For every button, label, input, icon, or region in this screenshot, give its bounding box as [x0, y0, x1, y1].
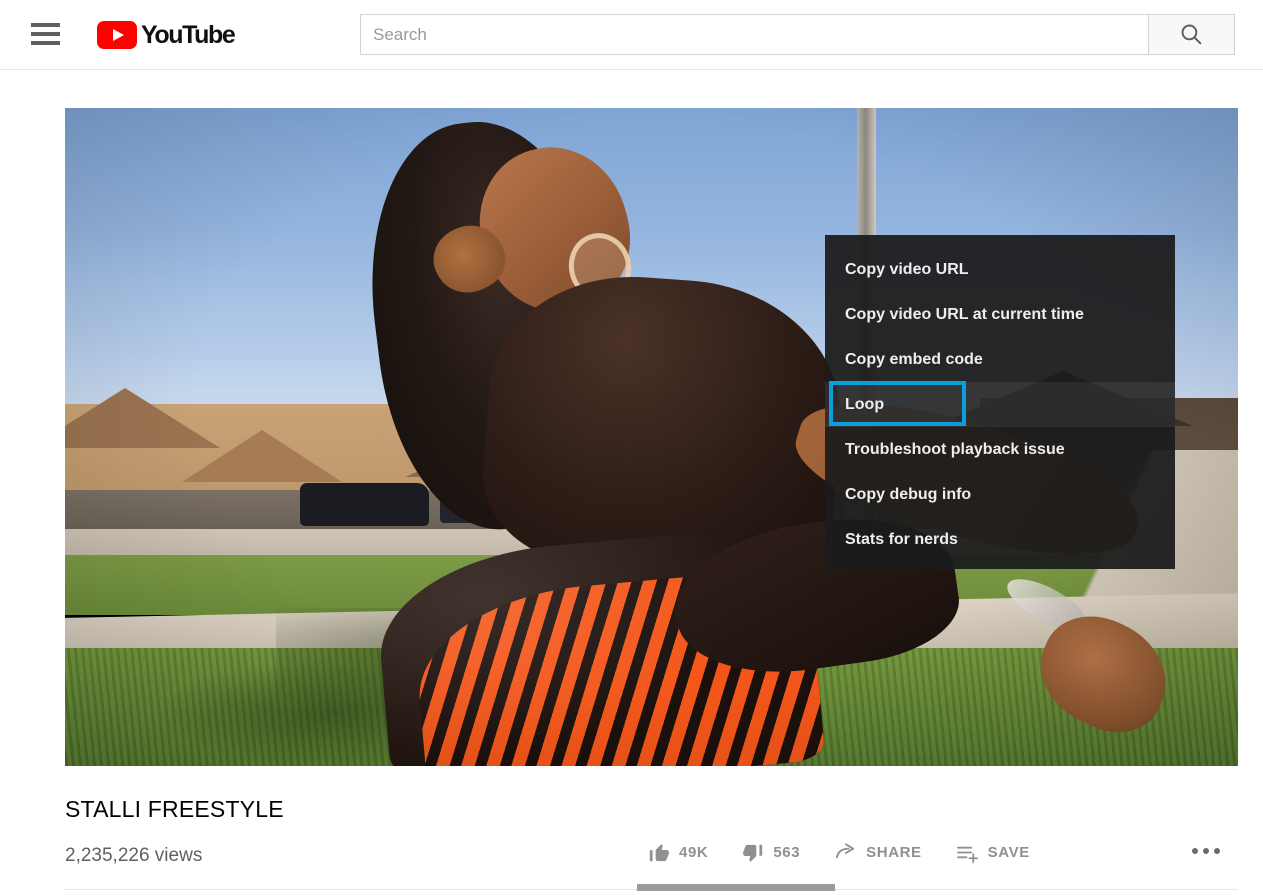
context-menu-item-label: Copy debug info: [845, 485, 972, 503]
share-arrow-icon: [834, 841, 857, 864]
more-actions-button[interactable]: [1192, 848, 1220, 854]
add-to-playlist-icon: [956, 841, 979, 864]
context-menu-item-label: Copy video URL at current time: [845, 305, 1084, 323]
share-button[interactable]: SHARE: [834, 841, 922, 864]
player-context-menu[interactable]: Copy video URL Copy video URL at current…: [825, 235, 1175, 569]
video-title: STALLI FREESTYLE: [65, 796, 284, 822]
video-views-text: 2,235,226 views: [65, 845, 203, 866]
save-label: SAVE: [987, 844, 1030, 861]
hamburger-bar: [31, 23, 60, 27]
like-count: 49K: [679, 844, 709, 861]
dislike-count: 563: [773, 844, 801, 861]
context-menu-item-label: Copy embed code: [845, 350, 983, 368]
context-menu-item-troubleshoot-playback-issue[interactable]: Troubleshoot playback issue: [825, 427, 1175, 472]
thumbs-down-icon: [742, 842, 764, 864]
search-input[interactable]: [373, 24, 1136, 45]
youtube-logo-text: YouTube: [141, 20, 236, 49]
ellipsis-icon: [1192, 848, 1198, 854]
hamburger-menu-icon[interactable]: [31, 23, 60, 45]
context-menu-item-copy-video-url[interactable]: Copy video URL: [825, 247, 1175, 292]
youtube-logo[interactable]: YouTube: [97, 20, 236, 50]
roof-left-secondary: [182, 430, 343, 483]
youtube-play-icon: [97, 21, 137, 49]
context-menu-item-label: Loop: [845, 395, 885, 413]
parked-car: [299, 483, 429, 526]
context-menu-item-copy-debug-info[interactable]: Copy debug info: [825, 472, 1175, 517]
search-container: [360, 14, 1235, 55]
share-label: SHARE: [866, 844, 922, 861]
context-menu-item-copy-video-url-at-current-time[interactable]: Copy video URL at current time: [825, 292, 1175, 337]
context-menu-item-stats-for-nerds[interactable]: Stats for nerds: [825, 517, 1175, 562]
video-action-bar: 49K 563 SHARE SAVE: [648, 841, 1064, 864]
dislike-button[interactable]: 563: [742, 842, 800, 864]
youtube-watch-page: YouTube Search Copy video URL Copy video…: [0, 0, 1263, 895]
context-menu-item-copy-embed-code[interactable]: Copy embed code: [825, 337, 1175, 382]
search-button[interactable]: [1149, 14, 1235, 55]
context-menu-item-label: Stats for nerds: [845, 530, 958, 548]
search-box[interactable]: [360, 14, 1149, 55]
hamburger-bar: [31, 32, 60, 36]
ellipsis-icon: [1203, 848, 1209, 854]
play-triangle: [113, 29, 124, 41]
context-menu-item-label: Troubleshoot playback issue: [845, 440, 1065, 458]
context-menu-item-label: Copy video URL: [845, 260, 969, 278]
search-icon: [1181, 24, 1202, 45]
hamburger-bar: [31, 41, 60, 45]
save-button[interactable]: SAVE: [956, 841, 1030, 864]
thumbs-up-icon: [648, 842, 670, 864]
context-menu-item-loop[interactable]: Loop: [825, 382, 1175, 427]
video-views: 2,235,226 views: [65, 845, 202, 867]
like-button[interactable]: 49K: [648, 842, 708, 864]
ellipsis-icon: [1214, 848, 1220, 854]
top-header-bar: YouTube: [0, 0, 1263, 70]
horizontal-scrollbar-thumb[interactable]: [637, 884, 835, 891]
